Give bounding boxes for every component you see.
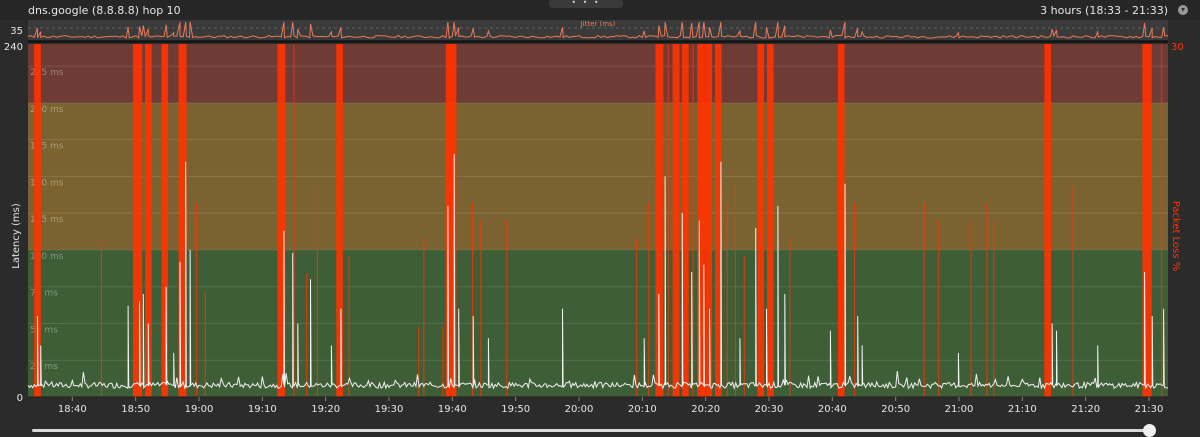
packet-loss-bar <box>734 185 737 397</box>
packet-loss-bar <box>306 273 308 397</box>
packet-loss-bar <box>766 44 774 397</box>
packet-loss-bar <box>442 326 444 397</box>
x-tick-label: 20:10 <box>628 404 657 415</box>
latency-band-2 <box>28 44 1168 103</box>
packet-loss-bar <box>161 44 169 397</box>
packet-loss-bar <box>923 202 925 397</box>
packet-loss-bar <box>1044 44 1051 397</box>
jitter-y-max-label: 35 <box>10 26 23 37</box>
packet-loss-bar <box>132 44 143 397</box>
x-tick-label: 20:00 <box>565 404 594 415</box>
packet-loss-bar <box>423 238 425 397</box>
x-tick-label: 19:50 <box>501 404 530 415</box>
x-tick-label: 19:40 <box>438 404 467 415</box>
x-tick-label: 19:30 <box>375 404 404 415</box>
packet-loss-bar <box>757 44 765 397</box>
x-tick-label: 21:00 <box>945 404 974 415</box>
packet-loss-bar <box>204 291 206 397</box>
packet-loss-bar <box>1161 44 1163 397</box>
x-tick-label: 18:50 <box>121 404 150 415</box>
packet-loss-bar <box>672 44 680 397</box>
x-tick-label: 18:40 <box>58 404 87 415</box>
x-tick-label: 20:30 <box>755 404 784 415</box>
timeline-slider-track[interactable] <box>32 429 1150 432</box>
packet-loss-bar <box>506 220 508 397</box>
packet-loss-bar <box>743 255 745 397</box>
y-axis-title: Latency (ms) <box>11 203 22 269</box>
packet-loss-bar <box>636 238 638 397</box>
y2-axis-max-label: 30 <box>1171 42 1184 53</box>
packet-loss-bar <box>938 220 940 397</box>
packet-loss-bar <box>993 220 995 397</box>
y-axis-max-label: 240 <box>4 42 23 53</box>
packet-loss-bar <box>838 185 840 397</box>
x-tick-label: 21:10 <box>1008 404 1037 415</box>
x-tick-label: 21:20 <box>1071 404 1100 415</box>
x-tick-label: 19:20 <box>311 404 340 415</box>
packet-loss-bar <box>316 185 319 397</box>
axis-ticks: 18:40 18:50 19:00 19:10 19:20 19:30 19:40 19:50… <box>28 396 1168 415</box>
packet-loss-bar <box>853 202 856 397</box>
packet-loss-bar <box>667 44 669 397</box>
packet-loss-bar <box>726 202 728 397</box>
packet-loss-bar <box>348 255 350 397</box>
packet-loss-bar <box>789 238 791 397</box>
timeline-slider-knob[interactable] <box>1143 424 1156 437</box>
x-tick-label: 20:20 <box>691 404 720 415</box>
latency-chart: 35 Jitter (ms) 25 ms50 ms75 ms100 ms125 … <box>4 20 1184 415</box>
x-tick-label: 20:50 <box>881 404 910 415</box>
packet-loss-bar <box>336 44 343 397</box>
packet-loss-bar <box>986 202 988 397</box>
packet-loss-bar <box>678 44 680 397</box>
packet-loss-bar <box>100 238 103 397</box>
packet-loss-bar <box>195 202 198 397</box>
packet-loss-bar <box>970 220 972 397</box>
jitter-label: Jitter (ms) <box>580 20 616 28</box>
x-tick-label: 21:30 <box>1135 404 1164 415</box>
latency-bands <box>28 44 1168 397</box>
y2-axis-title: Packet Loss % <box>1170 201 1181 272</box>
y-axis-min-label: 0 <box>17 393 23 404</box>
packet-loss-bar <box>480 220 482 397</box>
x-tick-label: 19:00 <box>185 404 214 415</box>
packet-loss-bar <box>648 202 650 397</box>
x-tick-label: 19:10 <box>248 404 277 415</box>
packet-loss-bar <box>705 44 713 397</box>
packet-loss-bar <box>1072 185 1074 397</box>
x-tick-label: 20:40 <box>818 404 847 415</box>
packet-loss-bar <box>1142 44 1152 397</box>
